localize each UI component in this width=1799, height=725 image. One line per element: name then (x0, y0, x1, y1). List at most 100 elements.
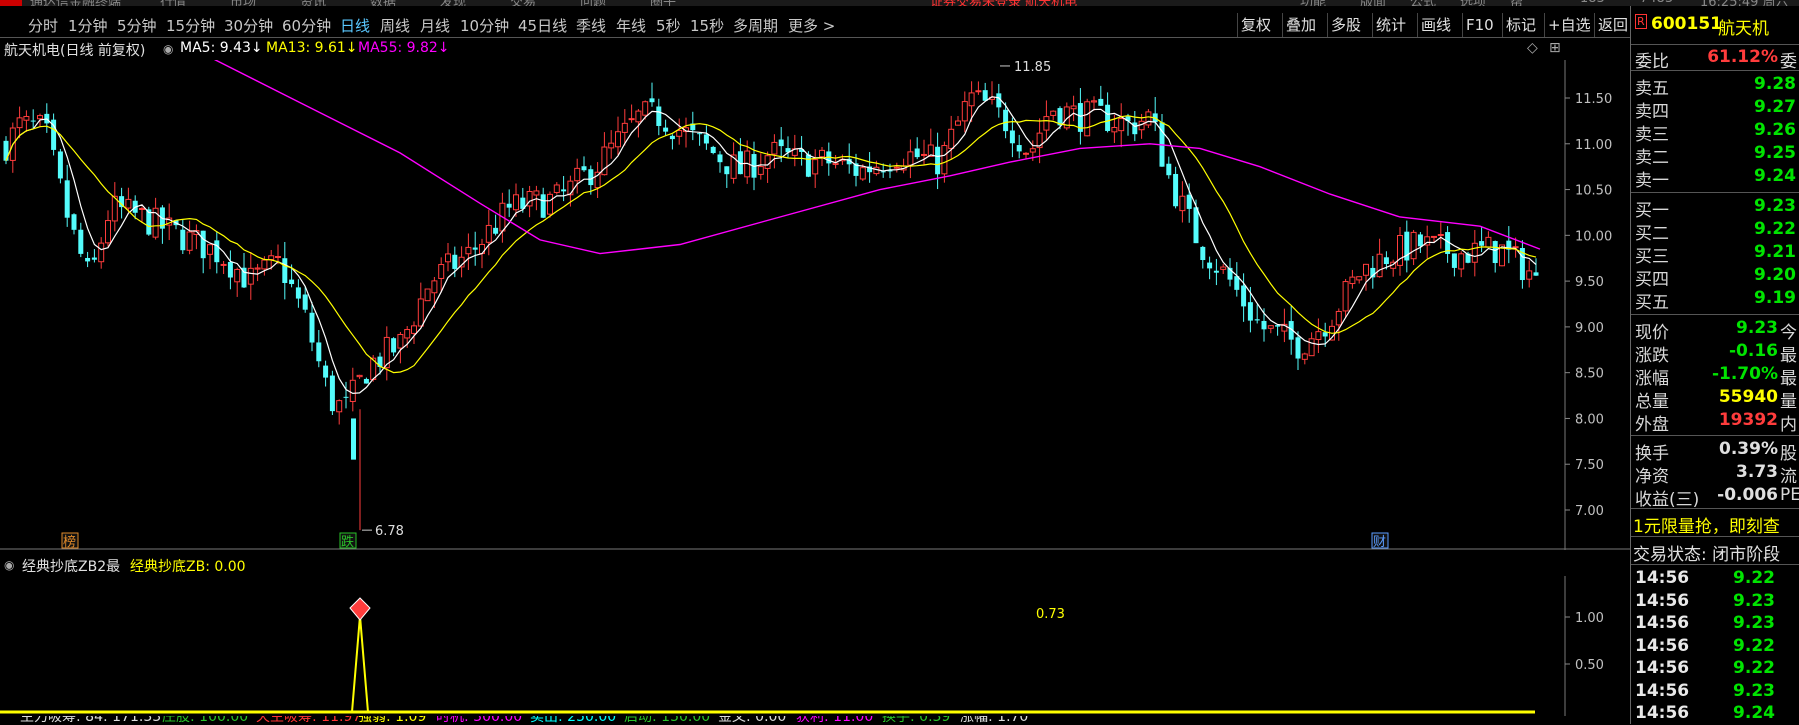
candle-body (1009, 130, 1015, 144)
stat-row-value: 0.39% (1719, 439, 1778, 459)
collapse-icon[interactable]: ◇ (1527, 40, 1538, 56)
indicator-settings-icon[interactable]: ◉ (4, 558, 14, 572)
candle-body (1179, 195, 1186, 212)
candle-body (1023, 152, 1029, 155)
candle-body (105, 220, 111, 244)
expand-icon[interactable]: ⊞ (1549, 40, 1561, 56)
stock-name[interactable]: 航天机 (1718, 14, 1769, 39)
candle-body (567, 180, 574, 196)
toolbar-button[interactable]: 画线 (1417, 13, 1454, 37)
tab-period[interactable]: 更多 > (788, 15, 835, 36)
stat-row: 收益(三) -0.006 PE (1631, 485, 1799, 510)
stat-row: 涨跌 -0.16 最 (1631, 341, 1799, 366)
event-marker-label: 跌 (341, 534, 354, 550)
candle-body (1349, 276, 1356, 285)
tab-period[interactable]: 月线 (420, 15, 450, 36)
candle-body (1213, 270, 1219, 273)
divider (1631, 70, 1799, 71)
tab-period[interactable]: 15分钟 (166, 15, 215, 36)
candle-body (1084, 101, 1091, 137)
candle-body (227, 261, 233, 278)
divider (1631, 314, 1799, 315)
tick-time: 14:56 (1635, 568, 1690, 588)
candle-body (268, 255, 275, 261)
candle-body (275, 255, 281, 258)
candle-body (247, 267, 254, 285)
trade-status: 交易状态: 闭市阶段 (1633, 545, 1781, 562)
tick-row: 14:56 9.22 (1631, 636, 1799, 658)
stock-code[interactable]: 600151 (1651, 14, 1722, 34)
candle-body (404, 329, 411, 339)
stat-row-label: 换手 (1635, 444, 1669, 464)
toolbar-button[interactable]: 返回 (1594, 13, 1631, 37)
tab-period[interactable]: 10分钟 (460, 15, 509, 36)
sell-level-label: 卖三 (1635, 125, 1669, 145)
candle-body (540, 194, 546, 218)
candlestick-chart[interactable]: 11.50 11.00 10.50 10.00 9.50 9.00 8.50 8.00 7.50… (0, 60, 1630, 550)
candle-body (343, 396, 349, 398)
sell-level-value: 9.25 (1754, 143, 1796, 163)
price-tick-label: 11.00 (1575, 138, 1612, 153)
tab-period[interactable]: 30分钟 (224, 15, 273, 36)
candle-body (30, 120, 36, 122)
stat-row: 净资 3.73 流 (1631, 462, 1799, 487)
tab-period[interactable]: 季线 (576, 15, 606, 36)
candle-body (1091, 100, 1097, 103)
stat-row-tail: 股 (1780, 444, 1797, 464)
tick-price: 9.22 (1733, 658, 1775, 678)
stat-row-label: 现价 (1635, 323, 1669, 343)
candle-body (975, 90, 982, 93)
tab-period[interactable]: 分时 (28, 15, 58, 36)
low-candle (351, 418, 356, 460)
candle-body (778, 139, 784, 147)
toolbar-button[interactable]: 标记 (1502, 13, 1539, 37)
buy-level-label: 买一 (1635, 201, 1669, 221)
tab-period[interactable]: 5秒 (656, 15, 681, 36)
toolbar-button[interactable]: 多股 (1327, 13, 1364, 37)
candle-body (254, 267, 261, 270)
candle-body (1016, 145, 1022, 152)
candle-body (724, 166, 730, 175)
tab-period[interactable]: 日线 (340, 15, 370, 36)
candle-body (1356, 276, 1363, 281)
sell-level-label: 卖二 (1635, 148, 1669, 168)
candle-body (186, 231, 193, 251)
tab-period[interactable]: 15秒 (690, 15, 724, 36)
tab-period[interactable]: 多周期 (733, 15, 778, 36)
candle-body (1003, 109, 1009, 132)
candle-body (234, 268, 241, 283)
tab-period[interactable]: 60分钟 (282, 15, 331, 36)
candle-body (485, 224, 492, 243)
buy-level: 买三 9.21 (1631, 242, 1799, 267)
toolbar-button[interactable]: 叠加 (1282, 13, 1319, 37)
toolbar-button[interactable]: 统计 (1372, 13, 1409, 37)
stat-row-label: 涨幅 (1635, 369, 1669, 389)
sell-level-value: 9.24 (1754, 166, 1796, 186)
tick-row: 14:56 9.23 (1631, 681, 1799, 703)
tab-period[interactable]: 5分钟 (117, 15, 157, 36)
toolbar-button[interactable]: F10 (1462, 13, 1497, 37)
quote-title-row: R 600151 航天机 (1631, 14, 1799, 40)
stat-row: 总量 55940 量 (1631, 387, 1799, 412)
candle-body (1050, 110, 1057, 116)
candle-body (1111, 127, 1118, 133)
candle-body (1512, 246, 1519, 249)
settings-icon[interactable]: ◉ (163, 42, 173, 56)
toolbar-button[interactable]: +自选 (1544, 13, 1594, 37)
promo-banner[interactable]: 1元限量抢，即刻查 (1631, 512, 1799, 534)
toolbar-button[interactable]: 复权 (1237, 13, 1274, 37)
indicator-chart[interactable]: 1.00 0.50 0.73 (0, 576, 1630, 716)
divider (1631, 564, 1799, 565)
indicator-value-item: 主力吸筹: 84: 171.33 (20, 716, 162, 724)
tab-period[interactable]: 年线 (616, 15, 646, 36)
buy-level-value: 9.22 (1754, 219, 1796, 239)
indicator-value-item: 强弱: 1.09 (358, 716, 427, 724)
candle-body (961, 101, 968, 122)
stat-row-tail: 最 (1780, 369, 1797, 389)
tick-row: 14:56 9.22 (1631, 658, 1799, 680)
tab-period[interactable]: 周线 (380, 15, 410, 36)
tab-period[interactable]: 45日线 (518, 15, 567, 36)
stat-row-value: 55940 (1718, 387, 1778, 407)
candle-body (656, 106, 662, 126)
tab-period[interactable]: 1分钟 (68, 15, 108, 36)
